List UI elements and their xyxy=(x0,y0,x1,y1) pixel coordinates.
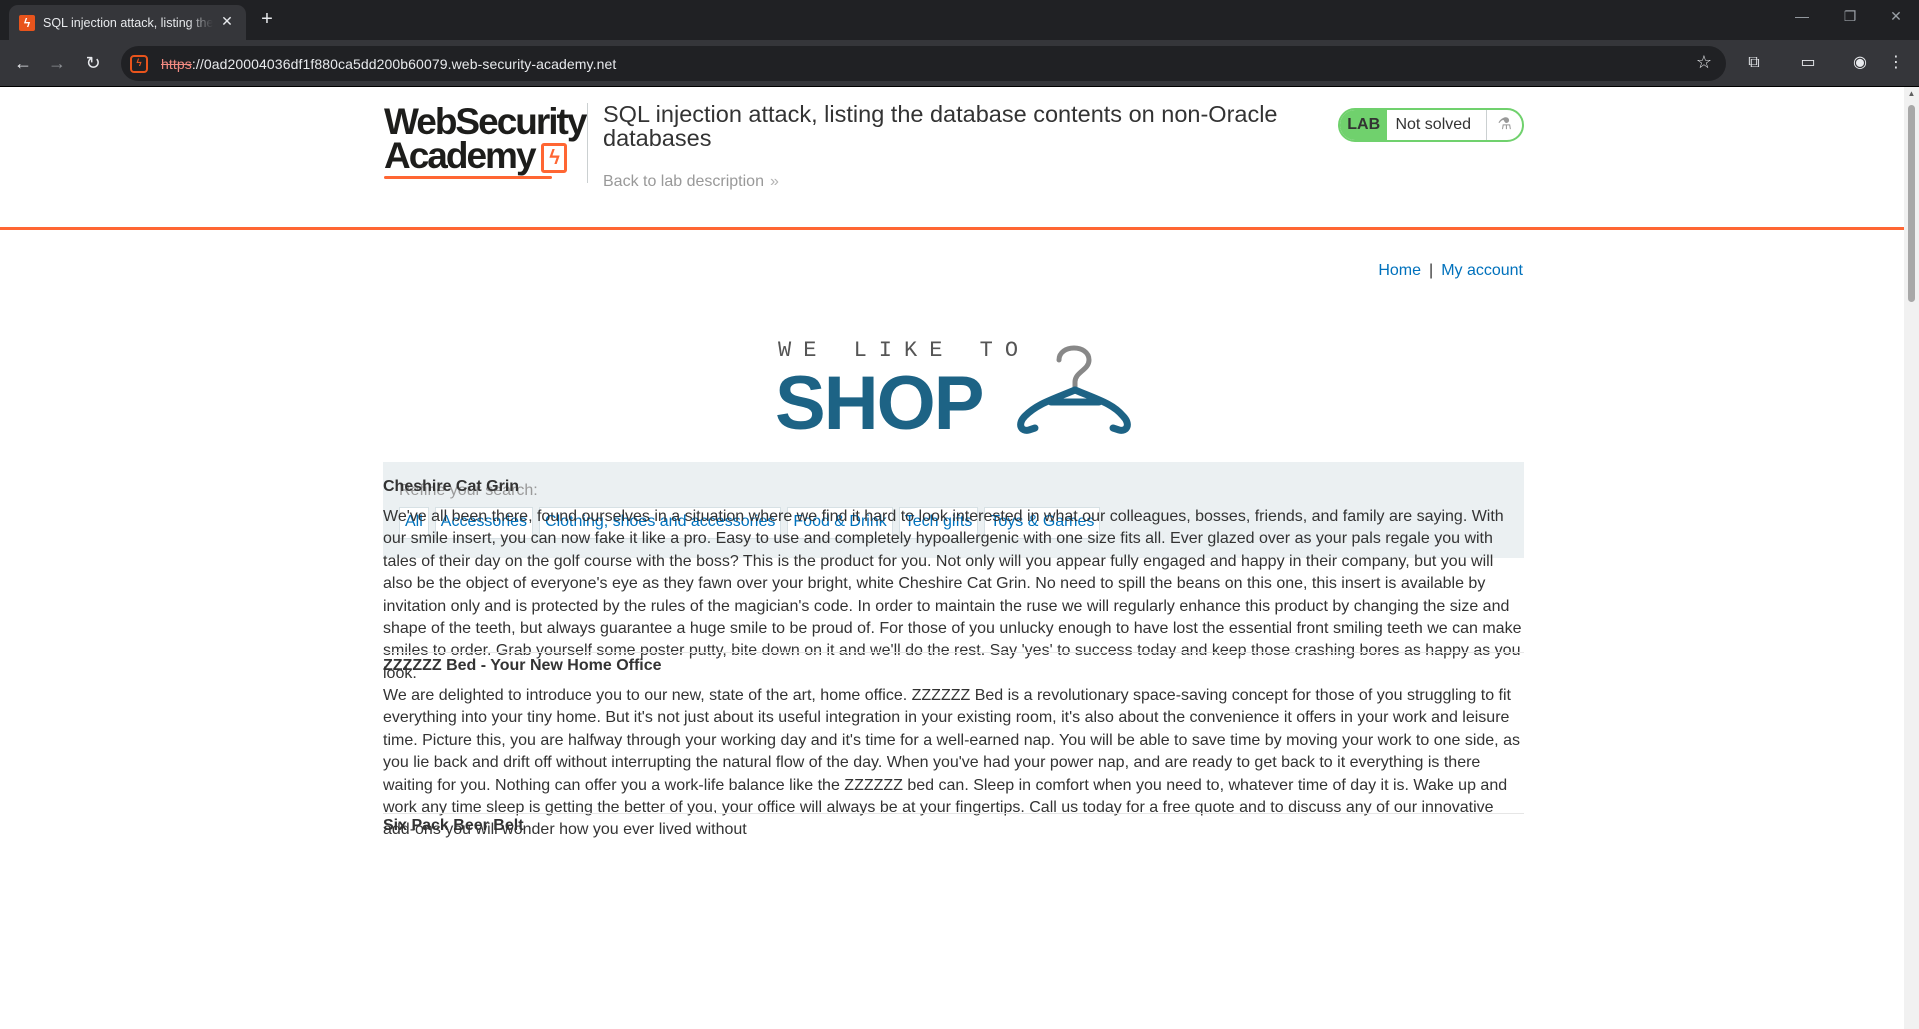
lab-badge: LAB xyxy=(1340,110,1388,140)
extensions-icon[interactable]: ⧉ xyxy=(1742,51,1766,75)
tab-search-icon[interactable]: ▭ xyxy=(1796,51,1820,75)
restore-icon[interactable]: ❐ xyxy=(1830,8,1870,25)
page-viewport: WebSecurity Academy ϟ SQL injection attac… xyxy=(0,87,1904,1029)
browser-tab[interactable]: ϟ SQL injection attack, listing the data… xyxy=(9,5,246,40)
coat-hanger-icon xyxy=(1017,345,1131,434)
product-name: ZZZZZZ Bed - Your New Home Office xyxy=(383,657,662,674)
logo-line-2: Academy ϟ xyxy=(384,137,582,174)
close-window-icon[interactable]: ✕ xyxy=(1876,8,1916,25)
bookmark-star-icon[interactable]: ☆ xyxy=(1696,52,1712,73)
logo-line-1: WebSecurity xyxy=(384,101,587,142)
web-security-academy-logo[interactable]: WebSecurity Academy ϟ xyxy=(384,101,587,185)
url-text: https://0ad20004036df1f880ca5dd200b60079… xyxy=(161,56,616,72)
lightning-bolt-icon: ϟ xyxy=(540,143,567,174)
new-tab-button[interactable]: + xyxy=(255,8,279,32)
lab-status-widget: LAB Not solved ⚗ xyxy=(1338,108,1524,142)
lightning-favicon-icon: ϟ xyxy=(19,14,35,31)
site-info-icon[interactable]: ϟ xyxy=(130,54,148,73)
product-divider xyxy=(383,652,1524,653)
product-item: Cheshire Cat Grin We've all been there, … xyxy=(383,478,1524,685)
academy-lab-header: WebSecurity Academy ϟ SQL injection attac… xyxy=(0,87,1904,230)
product-name: Cheshire Cat Grin xyxy=(383,478,520,495)
flask-icon: ⚗ xyxy=(1486,110,1522,140)
forward-arrow-icon[interactable]: → xyxy=(44,50,70,76)
lab-title: SQL injection attack, listing the databa… xyxy=(603,101,1278,151)
browser-tab-bar: ϟ SQL injection attack, listing the data… xyxy=(0,0,1919,40)
nav-separator: | xyxy=(1429,262,1434,279)
tab-title: SQL injection attack, listing the databa… xyxy=(43,15,213,30)
minimize-icon[interactable]: — xyxy=(1782,8,1822,24)
double-chevron-right-icon: » xyxy=(769,173,779,190)
top-nav-links: Home | My account xyxy=(1378,262,1523,280)
product-item: Six Pack Beer Belt xyxy=(383,817,1524,835)
back-arrow-icon[interactable]: ← xyxy=(10,50,36,76)
close-tab-icon[interactable]: ✕ xyxy=(218,13,236,30)
back-link-label: Back to lab description xyxy=(603,173,764,190)
scrollbar-thumb[interactable] xyxy=(1908,105,1915,302)
lab-status-text: Not solved xyxy=(1395,116,1472,133)
back-to-lab-description-link[interactable]: Back to lab description » xyxy=(603,173,779,191)
we-like-to-shop-logo: WE LIKE TO SHOP xyxy=(775,330,1135,446)
product-name: Six Pack Beer Belt xyxy=(383,817,524,834)
logo-underline xyxy=(384,176,552,179)
header-divider xyxy=(587,103,588,183)
product-divider xyxy=(383,813,1524,814)
url-host: ://0ad20004036df1f880ca5dd200b60079.web-… xyxy=(191,55,617,72)
reload-icon[interactable]: ↻ xyxy=(80,50,106,76)
profile-icon[interactable]: ◉ xyxy=(1848,51,1872,75)
product-item: ZZZZZZ Bed - Your New Home Office We are… xyxy=(383,657,1524,842)
my-account-link[interactable]: My account xyxy=(1441,262,1523,279)
scroll-up-arrow-icon[interactable]: ▲ xyxy=(1907,89,1916,98)
home-link[interactable]: Home xyxy=(1378,262,1421,279)
browser-toolbar: ← → ↻ ϟ https://0ad20004036df1f880ca5dd2… xyxy=(0,40,1919,87)
address-bar[interactable]: ϟ https://0ad20004036df1f880ca5dd200b600… xyxy=(121,46,1726,81)
menu-kebab-icon[interactable]: ⋮ xyxy=(1884,51,1908,75)
url-scheme: https xyxy=(161,55,192,72)
shop-logo-word: SHOP xyxy=(775,361,984,446)
page-scrollbar[interactable]: ▲ xyxy=(1904,87,1919,1029)
logo-line-2-text: Academy xyxy=(384,135,537,176)
